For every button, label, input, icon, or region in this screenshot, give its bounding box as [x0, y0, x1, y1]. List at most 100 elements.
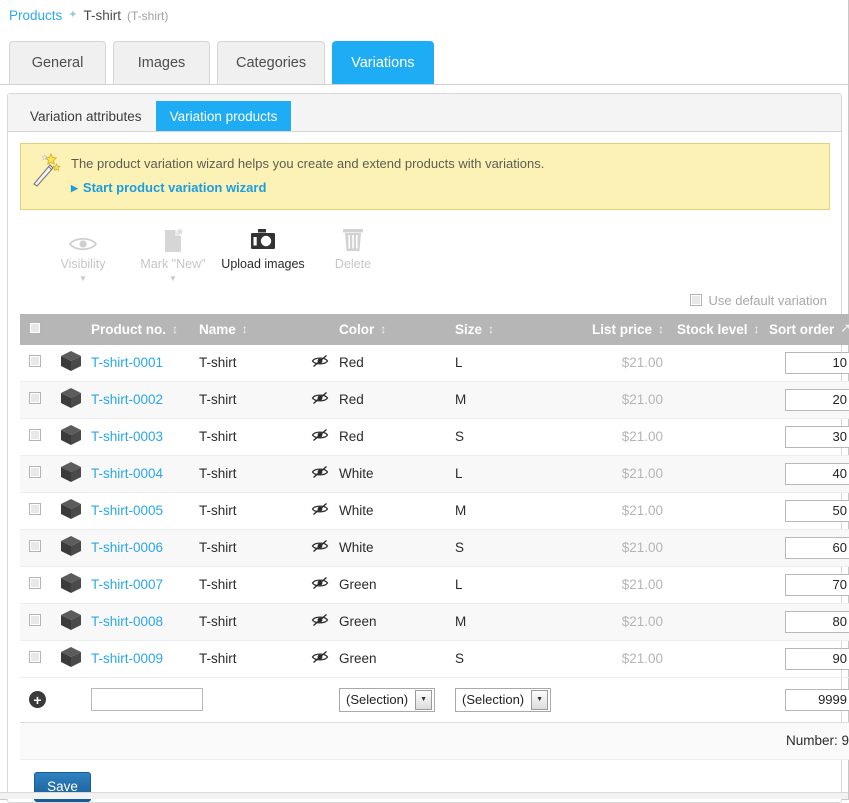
- product-list-price: $21.00: [621, 392, 663, 408]
- new-color-select[interactable]: (Selection) ▼: [339, 687, 436, 712]
- start-variation-wizard-link[interactable]: ▶ Start product variation wizard: [71, 179, 266, 198]
- sort-order-input[interactable]: [785, 462, 849, 485]
- row-checkbox[interactable]: [29, 503, 41, 516]
- product-name: T-shirt: [199, 355, 237, 371]
- product-name: T-shirt: [199, 429, 237, 445]
- triangle-right-icon: ▶: [71, 182, 78, 193]
- product-no-link[interactable]: T-shirt-0009: [91, 651, 163, 666]
- row-checkbox[interactable]: [29, 466, 41, 479]
- header-size[interactable]: Size ↕: [455, 313, 553, 345]
- camera-icon: [248, 224, 278, 254]
- header-name[interactable]: Name ↕: [199, 313, 311, 345]
- row-checkbox[interactable]: [29, 651, 41, 664]
- new-size-select[interactable]: (Selection) ▼: [455, 687, 552, 712]
- product-color: Red: [339, 429, 364, 445]
- product-color: Red: [339, 392, 364, 408]
- subtab-variation-attributes-label: Variation attributes: [30, 108, 142, 124]
- header-list-price[interactable]: List price ↕: [553, 313, 677, 345]
- sort-order-input[interactable]: [785, 388, 849, 411]
- product-list-price: $21.00: [621, 355, 663, 371]
- visibility-button[interactable]: Visibility ▼: [38, 224, 128, 283]
- chevron-down-icon-color: ▼: [415, 689, 433, 710]
- row-checkbox[interactable]: [29, 540, 41, 553]
- row-checkbox[interactable]: [29, 577, 41, 590]
- tab-variations[interactable]: Variations: [332, 41, 434, 84]
- sort-order-input[interactable]: [785, 647, 849, 670]
- table-row: T-shirt-0007 T-shirt Green L $21.00: [20, 566, 849, 604]
- use-default-variation-checkbox[interactable]: [690, 294, 703, 307]
- record-count: Number: 9: [20, 722, 849, 760]
- table-header-row: Product no. ↕ Name ↕ Color ↕ Size ↕ List…: [20, 313, 849, 345]
- upload-images-button[interactable]: Upload images: [218, 224, 308, 271]
- mark-new-button[interactable]: Mark "New" ▼: [128, 224, 218, 283]
- variation-products-page: Products ✦ T-shirt (T-shirt) General Ima…: [0, 0, 849, 803]
- sort-order-input[interactable]: [785, 425, 849, 448]
- header-color-label: Color: [339, 321, 375, 337]
- row-checkbox[interactable]: [29, 392, 41, 405]
- header-size-label: Size: [455, 321, 483, 337]
- table-row: T-shirt-0006 T-shirt White S $21.00: [20, 529, 849, 567]
- new-sort-order-input[interactable]: [785, 688, 849, 711]
- product-no-link[interactable]: T-shirt-0004: [91, 466, 163, 481]
- product-name: T-shirt: [199, 577, 237, 593]
- row-checkbox[interactable]: [29, 429, 41, 442]
- product-name: T-shirt: [199, 540, 237, 556]
- row-checkbox[interactable]: [29, 355, 41, 368]
- breadcrumb-products-link[interactable]: Products: [9, 8, 62, 23]
- product-no-link[interactable]: T-shirt-0002: [91, 392, 163, 407]
- upload-images-label: Upload images: [221, 256, 305, 271]
- header-sort-order[interactable]: Sort order ➚: [769, 313, 849, 345]
- add-row-icon[interactable]: +: [29, 691, 46, 709]
- table-row: T-shirt-0002 T-shirt Red M $21.00: [20, 381, 849, 419]
- product-no-link[interactable]: T-shirt-0005: [91, 503, 163, 518]
- product-size: M: [455, 392, 467, 408]
- product-size: S: [455, 651, 465, 667]
- header-product-no[interactable]: Product no. ↕: [91, 313, 199, 345]
- product-no-link[interactable]: T-shirt-0003: [91, 429, 163, 444]
- select-all-header: [20, 313, 59, 345]
- tab-variations-label: Variations: [351, 55, 415, 71]
- chevron-down-icon-2: ▼: [169, 273, 177, 283]
- visibility-label: Visibility: [60, 256, 106, 271]
- table-row: T-shirt-0004 T-shirt White L $21.00: [20, 455, 849, 493]
- tab-general[interactable]: General: [9, 41, 106, 84]
- header-stock-level[interactable]: Stock level ↕: [677, 313, 769, 345]
- cube-icon: [61, 536, 81, 557]
- sort-order-input[interactable]: [785, 351, 849, 374]
- cube-icon: [61, 499, 81, 520]
- action-toolbar: Visibility ▼ Mark "New" ▼ Upload images …: [20, 210, 829, 287]
- eye-hidden-icon: [311, 503, 329, 516]
- product-name: T-shirt: [199, 392, 237, 408]
- tab-images[interactable]: Images: [113, 41, 210, 84]
- new-product-no-input[interactable]: [91, 688, 203, 712]
- cube-icon: [61, 351, 81, 372]
- subtab-variation-products[interactable]: Variation products: [155, 101, 292, 131]
- row-checkbox[interactable]: [29, 614, 41, 627]
- delete-button[interactable]: Delete: [308, 224, 398, 271]
- breadcrumb-separator-icon: ✦: [68, 9, 78, 21]
- sort-updown-icon-2: ↕: [241, 322, 248, 337]
- product-no-link[interactable]: T-shirt-0007: [91, 577, 163, 592]
- sort-order-input[interactable]: [785, 499, 849, 522]
- sort-updown-icon-3: ↕: [380, 322, 386, 337]
- header-color[interactable]: Color ↕: [339, 313, 455, 345]
- product-name: T-shirt: [199, 651, 237, 667]
- product-no-link[interactable]: T-shirt-0001: [91, 355, 163, 370]
- wizard-description: The product variation wizard helps you c…: [71, 156, 545, 171]
- tab-categories[interactable]: Categories: [217, 41, 326, 84]
- sort-order-input[interactable]: [785, 573, 849, 596]
- product-cube-icon-cell: [59, 640, 91, 678]
- product-color: Green: [339, 614, 377, 630]
- subtab-variation-attributes[interactable]: Variation attributes: [16, 101, 156, 131]
- product-list-price: $21.00: [621, 540, 663, 556]
- tab-images-label: Images: [137, 55, 186, 71]
- product-no-link[interactable]: T-shirt-0008: [91, 614, 163, 629]
- wizard-text-block: The product variation wizard helps you c…: [71, 153, 544, 198]
- sort-order-input[interactable]: [785, 536, 849, 559]
- product-list-price: $21.00: [621, 429, 663, 445]
- product-size: S: [455, 540, 465, 556]
- product-no-link[interactable]: T-shirt-0006: [91, 540, 163, 555]
- select-all-checkbox[interactable]: [29, 321, 41, 334]
- chevron-down-icon-size: ▼: [531, 689, 549, 710]
- sort-order-input[interactable]: [785, 610, 849, 633]
